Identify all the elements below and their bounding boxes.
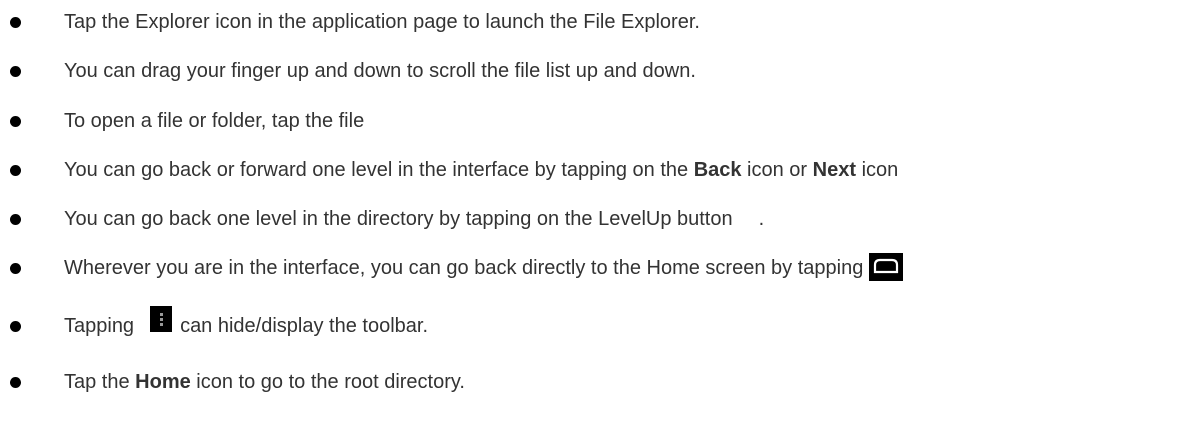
list-item-text: Wherever you are in the interface, you c… [64,248,904,288]
text-segment: . [758,208,765,230]
list-item: Tap the Home icon to go to the root dire… [0,362,1195,402]
list-item: Tap the Explorer icon in the application… [0,2,1195,42]
next-label: Next [812,159,857,181]
bullet-dot [10,214,21,225]
list-item: You can go back or forward one level in … [0,150,1195,190]
list-item-text: Tapping can hide/display the toolbar. [64,305,429,346]
text-segment: can hide/display the toolbar. [180,315,429,337]
bullet-dot [10,377,21,388]
text-segment: icon [856,159,899,181]
list-item-text: You can go back one level in the directo… [64,199,764,239]
list-item: You can drag your finger up and down to … [0,51,1195,91]
menu-icon [150,305,173,332]
list-item: Tapping can hide/display the toolbar. [0,305,1195,346]
bullet-dot [10,263,21,274]
text-segment: Wherever you are in the interface, you c… [64,257,864,279]
text-segment: You can go back or forward one level in … [64,159,694,181]
list-item-text: Tap the Home icon to go to the root dire… [64,362,465,402]
list-item: You can go back one level in the directo… [0,199,1195,239]
bullet-dot [10,165,21,176]
text-segment: icon to go to the root directory. [190,371,465,393]
bullet-dot [10,66,21,77]
bullet-dot [10,321,21,332]
home-label: Home [135,371,191,393]
text-segment: You can go back one level in the directo… [64,208,733,230]
list-item-text: To open a file or folder, tap the file [64,110,365,132]
home-icon [869,252,904,281]
bullet-dot [10,116,21,127]
text-segment: Tapping [64,315,135,337]
back-label: Back [693,159,742,181]
list-item: To open a file or folder, tap the file [0,101,1195,141]
list-item-text: You can drag your finger up and down to … [64,60,696,82]
list-item-text: Tap the Explorer icon in the application… [64,11,700,33]
list-item-text: You can go back or forward one level in … [64,150,898,190]
list-item: Wherever you are in the interface, you c… [0,248,1195,288]
text-segment: Tap the [64,371,136,393]
bullet-list: Tap the Explorer icon in the application… [0,0,1195,423]
bullet-dot [10,17,21,28]
text-segment: icon or [741,159,813,181]
